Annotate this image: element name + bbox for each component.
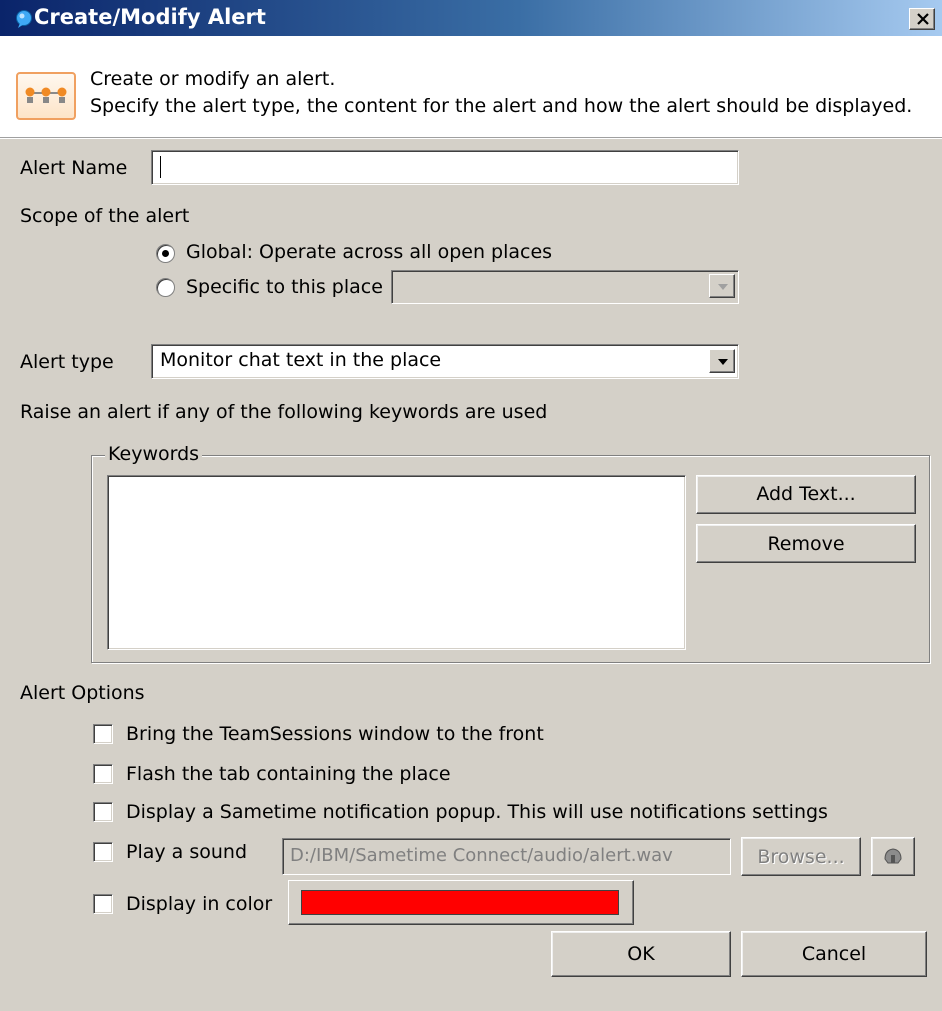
remove-button[interactable]: Remove	[696, 524, 916, 563]
color-swatch	[301, 890, 619, 915]
scope-specific-radio[interactable]	[156, 278, 175, 297]
chevron-down-icon	[718, 359, 728, 365]
keywords-list[interactable]	[107, 475, 686, 650]
ok-button[interactable]: OK	[551, 931, 731, 977]
bring-front-label[interactable]: Bring the TeamSessions window to the fro…	[126, 723, 544, 745]
alert-type-label: Alert type	[20, 351, 114, 373]
place-select-dropdown-button[interactable]	[709, 274, 735, 298]
alert-name-input[interactable]	[151, 150, 739, 185]
alert-type-select[interactable]: Monitor chat text in the place	[151, 344, 739, 379]
alert-type-dropdown-button[interactable]	[709, 349, 735, 373]
keywords-group-label: Keywords	[105, 443, 203, 465]
alert-banner-icon	[16, 72, 76, 120]
color-picker-button[interactable]	[288, 880, 634, 925]
scope-specific-label[interactable]: Specific to this place	[186, 276, 383, 298]
play-sound-button[interactable]	[871, 837, 915, 876]
close-button[interactable]	[909, 8, 935, 30]
flash-tab-checkbox[interactable]	[93, 764, 113, 784]
window-title: Create/Modify Alert	[34, 5, 266, 29]
display-color-label[interactable]: Display in color	[126, 893, 272, 915]
notification-popup-checkbox[interactable]	[93, 802, 113, 822]
sametime-icon	[16, 10, 32, 28]
keywords-instruction: Raise an alert if any of the following k…	[20, 401, 548, 423]
alert-name-label: Alert Name	[20, 157, 128, 179]
flash-tab-label[interactable]: Flash the tab containing the place	[126, 763, 451, 785]
add-text-button[interactable]: Add Text...	[696, 475, 916, 514]
sound-path-input[interactable]: D:/IBM/Sametime Connect/audio/alert.wav	[282, 838, 731, 875]
text-caret	[160, 156, 161, 178]
play-sound-checkbox[interactable]	[93, 842, 113, 862]
bring-front-checkbox[interactable]	[93, 724, 113, 744]
scope-label: Scope of the alert	[20, 205, 190, 227]
speaker-icon	[884, 848, 902, 864]
display-color-checkbox[interactable]	[93, 894, 113, 914]
alert-options-label: Alert Options	[20, 682, 145, 704]
browse-button[interactable]: Browse...	[741, 837, 861, 876]
scope-global-label[interactable]: Global: Operate across all open places	[186, 241, 552, 263]
radio-selected-dot	[162, 250, 169, 257]
header-description: Specify the alert type, the content for …	[90, 95, 913, 117]
close-icon	[917, 13, 929, 25]
chevron-down-icon	[718, 284, 728, 290]
header-title: Create or modify an alert.	[90, 68, 336, 90]
scope-global-radio[interactable]	[156, 244, 175, 263]
notification-popup-label[interactable]: Display a Sametime notification popup. T…	[126, 801, 828, 823]
play-sound-label[interactable]: Play a sound	[126, 841, 247, 863]
place-select[interactable]	[391, 270, 739, 304]
title-bar[interactable]: Create/Modify Alert	[0, 0, 942, 36]
cancel-button[interactable]: Cancel	[741, 931, 927, 977]
